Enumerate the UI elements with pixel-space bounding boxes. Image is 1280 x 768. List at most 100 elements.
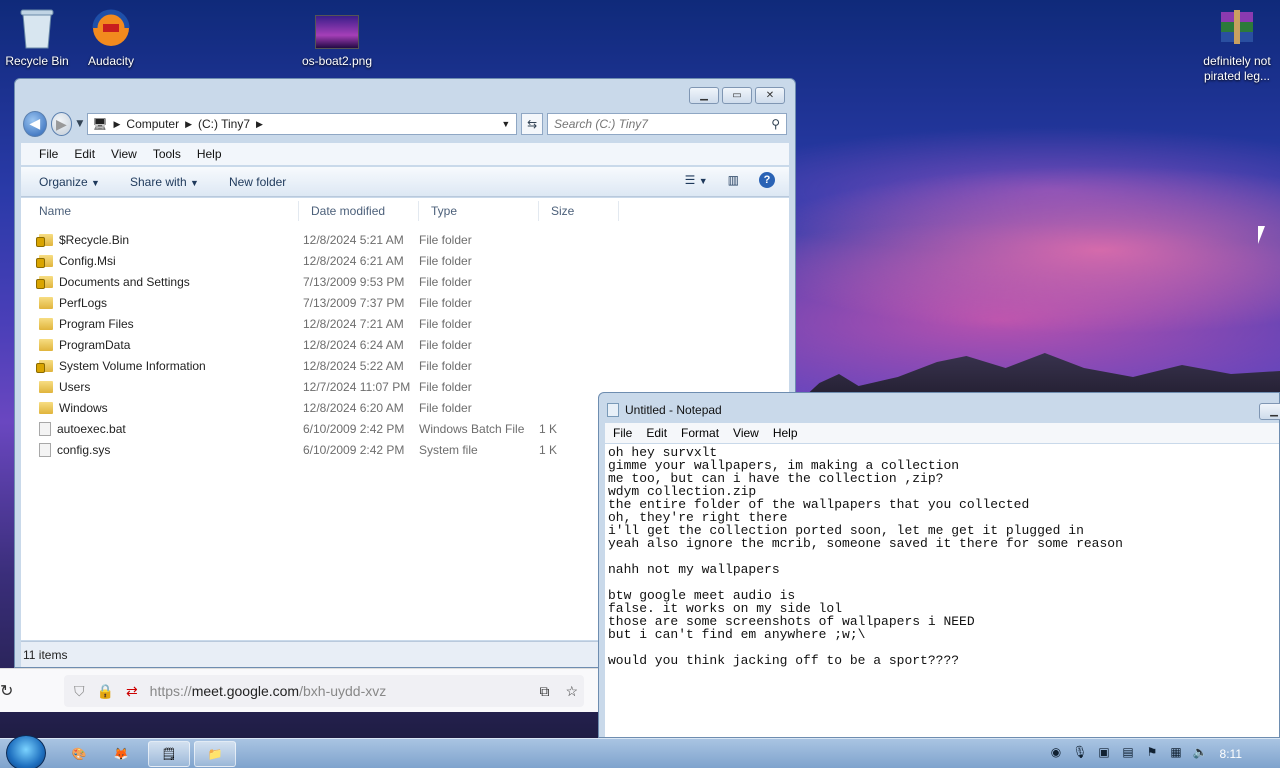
size-cell: 1 K bbox=[539, 421, 558, 436]
type-cell: File folder bbox=[419, 316, 472, 331]
menu-view[interactable]: View bbox=[733, 426, 759, 440]
tray-network-icon[interactable]: ▦ bbox=[1168, 745, 1184, 761]
breadcrumb-computer[interactable]: Computer bbox=[126, 117, 179, 131]
table-row[interactable]: System Volume Information 12/8/2024 5:22 … bbox=[21, 355, 789, 376]
file-name-cell[interactable]: ProgramData bbox=[21, 338, 299, 352]
folder-icon bbox=[39, 401, 53, 414]
file-name-cell[interactable]: PerfLogs bbox=[21, 296, 299, 310]
desktop-icon-os-boat2[interactable]: os-boat2.png bbox=[292, 14, 382, 68]
desktop-icon-audacity[interactable]: Audacity bbox=[66, 6, 156, 68]
system-file-icon bbox=[39, 442, 51, 457]
minimize-button[interactable]: ▁ bbox=[689, 87, 719, 104]
address-dropdown-icon[interactable]: ▼ bbox=[501, 119, 516, 129]
breadcrumb-drive[interactable]: (C:) Tiny7 bbox=[198, 117, 250, 131]
date-modified-cell: 6/10/2009 2:42 PM bbox=[303, 442, 405, 457]
notepad-menu-bar: File Edit Format View Help bbox=[605, 423, 1279, 443]
tray-display-icon[interactable]: ▣ bbox=[1096, 745, 1112, 761]
taskbar-firefox-icon[interactable]: 🦊 bbox=[100, 741, 142, 767]
shield-icon[interactable]: ⛉ bbox=[74, 683, 85, 700]
menu-tools[interactable]: Tools bbox=[153, 147, 181, 161]
preview-pane-icon[interactable]: ▥ bbox=[728, 173, 739, 187]
taskbar-clock[interactable]: 8:11 bbox=[1220, 747, 1242, 761]
menu-format[interactable]: Format bbox=[681, 426, 719, 440]
desktop-icon-label: os-boat2.png bbox=[301, 54, 373, 68]
search-input[interactable] bbox=[554, 117, 755, 131]
bookmark-star-icon[interactable]: ☆ bbox=[565, 683, 578, 700]
breadcrumb-separator-icon[interactable]: ▶ bbox=[185, 119, 192, 130]
menu-help[interactable]: Help bbox=[197, 147, 222, 161]
new-folder-button[interactable]: New folder bbox=[229, 175, 286, 189]
breadcrumb-separator-icon[interactable]: ▶ bbox=[113, 119, 120, 130]
close-button[interactable]: ✕ bbox=[755, 87, 785, 104]
column-header-date-modified[interactable]: Date modified bbox=[299, 201, 419, 221]
minimize-button[interactable]: ▁ bbox=[1259, 403, 1280, 420]
url-text[interactable]: https://meet.google.com/bxh-uydd-xvz bbox=[150, 683, 387, 699]
column-headers: Name Date modified Type Size bbox=[21, 198, 789, 224]
table-row[interactable]: Documents and Settings 7/13/2009 9:53 PM F… bbox=[21, 271, 789, 292]
taskbar-explorer-icon[interactable]: 📁 bbox=[194, 741, 236, 767]
file-name-cell[interactable]: Config.Msi bbox=[21, 254, 299, 268]
menu-edit[interactable]: Edit bbox=[646, 426, 667, 440]
column-header-name[interactable]: Name bbox=[21, 201, 299, 221]
file-name-cell[interactable]: autoexec.bat bbox=[21, 421, 299, 436]
table-row[interactable]: $Recycle.Bin 12/8/2024 5:21 AM File folder bbox=[21, 229, 789, 250]
breadcrumb-separator-icon[interactable]: ▶ bbox=[256, 119, 263, 130]
batch-file-icon bbox=[39, 421, 51, 436]
search-icon[interactable]: ⚲ bbox=[771, 117, 786, 131]
locked-folder-icon bbox=[36, 254, 53, 268]
column-header-type[interactable]: Type bbox=[419, 201, 539, 221]
file-name-cell[interactable]: Users bbox=[21, 380, 299, 394]
file-name: autoexec.bat bbox=[57, 421, 126, 436]
share-with-button[interactable]: Share with ▼ bbox=[130, 175, 199, 189]
tray-device-icon[interactable]: ▤ bbox=[1120, 745, 1136, 761]
tray-action-center-flag-icon[interactable]: ⚑ bbox=[1144, 745, 1160, 761]
file-name-cell[interactable]: config.sys bbox=[21, 442, 299, 457]
menu-file[interactable]: File bbox=[39, 147, 58, 161]
tray-app-icon[interactable]: ◉ bbox=[1048, 745, 1064, 761]
desktop-icon-label: definitely not pirated leg... bbox=[1203, 54, 1271, 83]
notepad-text-area[interactable]: oh hey survxlt gimme your wallpapers, im… bbox=[605, 444, 1279, 737]
table-row[interactable]: PerfLogs 7/13/2009 7:37 PM File folder bbox=[21, 292, 789, 313]
organize-button[interactable]: Organize ▼ bbox=[39, 175, 100, 189]
taskbar-paint-icon[interactable]: 🎨 bbox=[58, 741, 100, 767]
maximize-button[interactable]: ▭ bbox=[722, 87, 752, 104]
taskbar-notepad-icon[interactable]: 🗒 bbox=[148, 741, 190, 767]
type-cell: File folder bbox=[419, 400, 472, 415]
forward-button[interactable]: ▶ bbox=[50, 112, 73, 136]
refresh-button[interactable]: ⇆ bbox=[521, 113, 544, 135]
column-header-size[interactable]: Size bbox=[539, 201, 619, 221]
screen-share-icon[interactable]: ⧉ bbox=[539, 683, 549, 700]
notepad-title: Untitled - Notepad bbox=[625, 403, 722, 417]
start-button[interactable] bbox=[6, 735, 46, 768]
table-row[interactable]: Config.Msi 12/8/2024 6:21 AM File folder bbox=[21, 250, 789, 271]
reload-icon[interactable]: ↻ bbox=[0, 681, 13, 700]
change-view-button[interactable]: ☰ ▼ bbox=[685, 173, 708, 187]
locked-folder-icon bbox=[36, 359, 53, 373]
lock-icon[interactable]: 🔒 bbox=[97, 683, 114, 700]
recent-pages-dropdown-icon[interactable]: ▼ bbox=[76, 119, 83, 129]
type-cell: File folder bbox=[419, 232, 472, 247]
tray-volume-icon[interactable]: 🔈 bbox=[1192, 745, 1208, 761]
desktop-icon-winrar-archive[interactable]: definitely not pirated leg... bbox=[1190, 6, 1280, 84]
browser-window[interactable]: ↻ ⛉ 🔒 ⇄ https://meet.google.com/bxh-uydd… bbox=[0, 668, 598, 712]
menu-file[interactable]: File bbox=[613, 426, 632, 440]
file-name-cell[interactable]: $Recycle.Bin bbox=[21, 233, 299, 247]
tray-mic-icon[interactable]: 🎙 bbox=[1072, 745, 1088, 761]
menu-edit[interactable]: Edit bbox=[74, 147, 95, 161]
table-row[interactable]: Program Files 12/8/2024 7:21 AM File folde… bbox=[21, 313, 789, 334]
file-name-cell[interactable]: System Volume Information bbox=[21, 359, 299, 373]
address-bar[interactable]: 🖥 ▶ Computer ▶ (C:) Tiny7 ▶ ▼ bbox=[87, 113, 518, 135]
menu-view[interactable]: View bbox=[111, 147, 137, 161]
notepad-window[interactable]: Untitled - Notepad ▁ File Edit Format Vi… bbox=[598, 392, 1280, 738]
table-row[interactable]: ProgramData 12/8/2024 6:24 AM File folder bbox=[21, 334, 789, 355]
item-count: 11 items bbox=[23, 648, 68, 662]
menu-help[interactable]: Help bbox=[773, 426, 798, 440]
url-bar[interactable]: ⛉ 🔒 ⇄ https://meet.google.com/bxh-uydd-x… bbox=[64, 675, 584, 707]
search-box[interactable]: ⚲ bbox=[547, 113, 788, 135]
help-icon[interactable]: ? bbox=[759, 172, 775, 188]
file-name-cell[interactable]: Program Files bbox=[21, 317, 299, 331]
permissions-icon[interactable]: ⇄ bbox=[126, 683, 138, 700]
back-button[interactable]: ◀ bbox=[23, 111, 47, 137]
file-name-cell[interactable]: Windows bbox=[21, 401, 299, 415]
file-name-cell[interactable]: Documents and Settings bbox=[21, 275, 299, 289]
